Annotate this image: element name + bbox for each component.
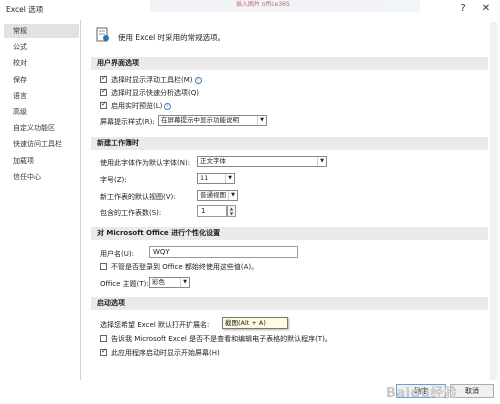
- chevron-down-icon: ▼: [180, 278, 189, 287]
- default-view-value: 普通视图: [200, 191, 226, 199]
- general-options-icon: [96, 27, 109, 42]
- office-theme-select[interactable]: 彩色 ▼: [149, 277, 190, 288]
- section-ui-options: 用户界面选项: [91, 57, 488, 70]
- font-size-select[interactable]: 11 ▼: [197, 173, 235, 184]
- always-use-values-label: 不管是否登录到 Office 都始终使用这些值(A)。: [111, 263, 259, 271]
- options-sidebar: 常规 公式 校对 保存 语言 高级 自定义功能区 快速访问工具栏 加载项 信任中…: [2, 20, 81, 380]
- always-use-values-checkbox[interactable]: [100, 263, 107, 270]
- help-icon[interactable]: ?: [455, 1, 471, 17]
- tooltip-style-label: 屏幕提示样式(R):: [100, 118, 155, 126]
- font-size-value: 11: [200, 174, 209, 182]
- start-screen-label: 此应用程序启动时显示开始屏幕(H): [111, 349, 220, 357]
- sidebar-item-save[interactable]: 保存: [4, 73, 79, 87]
- section-new-workbook: 新建工作簿时: [91, 137, 488, 150]
- sidebar-item-advanced[interactable]: 高级: [4, 105, 79, 119]
- default-font-select[interactable]: 正文字体 ▼: [197, 156, 327, 167]
- screenshot-tooltip: 截图(Alt + A): [222, 317, 288, 329]
- chevron-down-icon: ▼: [317, 157, 326, 166]
- info-icon: i: [164, 102, 172, 110]
- sidebar-item-trust-center[interactable]: 信任中心: [4, 170, 79, 184]
- tell-me-default-label: 告诉我 Microsoft Excel 是否不是查看和编辑电子表格的默认程序(T…: [111, 335, 332, 343]
- info-icon: i: [194, 76, 202, 84]
- chevron-down-icon: ▼: [257, 116, 266, 125]
- tell-me-default-checkbox[interactable]: [100, 335, 107, 342]
- mini-toolbar-checkbox[interactable]: [100, 74, 107, 83]
- mini-toolbar-label: 选择时显示浮动工具栏(M) i: [111, 75, 202, 85]
- page-header-text: 使用 Excel 时采用的常规选项。: [118, 33, 226, 42]
- spin-down-icon[interactable]: ▼: [228, 211, 235, 216]
- default-view-select[interactable]: 普通视图 ▼: [197, 190, 238, 201]
- sidebar-item-proofing[interactable]: 校对: [4, 56, 79, 70]
- chevron-down-icon: ▼: [225, 174, 234, 183]
- sidebar-item-addins[interactable]: 加载项: [4, 154, 79, 168]
- watermark: Baidu经验: [386, 386, 458, 401]
- background-window-text: 插入图片 office365: [236, 1, 290, 8]
- username-input[interactable]: WQY: [149, 246, 298, 258]
- quick-analysis-checkbox[interactable]: [100, 87, 107, 96]
- sidebar-item-quick-access[interactable]: 快速访问工具栏: [4, 137, 79, 151]
- default-font-value: 正文字体: [200, 157, 226, 165]
- sidebar-item-general[interactable]: 常规: [4, 24, 79, 38]
- live-preview-label: 启用实时预览(L) i: [111, 101, 172, 111]
- scrollbar[interactable]: [490, 22, 497, 380]
- office-theme-value: 彩色: [152, 278, 165, 286]
- default-extensions-label: 选择您希望 Excel 默认打开扩展名:: [100, 321, 210, 329]
- background-window-strip: 插入图片 office365: [150, 0, 420, 12]
- live-preview-checkbox[interactable]: [100, 100, 107, 109]
- sidebar-item-language[interactable]: 语言: [4, 89, 79, 103]
- font-size-label: 字号(Z):: [100, 176, 127, 184]
- sheet-count-spinner[interactable]: ▲ ▼: [227, 205, 236, 217]
- tooltip-style-value: 在屏幕提示中显示功能说明: [161, 116, 239, 124]
- sheet-count-input[interactable]: 1: [197, 205, 227, 217]
- sidebar-item-formulas[interactable]: 公式: [4, 40, 79, 54]
- mini-toolbar-text: 选择时显示浮动工具栏(M): [111, 76, 193, 84]
- chevron-down-icon: ▼: [228, 191, 237, 200]
- sidebar-item-customize-ribbon[interactable]: 自定义功能区: [4, 121, 79, 135]
- quick-analysis-label: 选择时显示快速分析选项(Q): [111, 89, 199, 97]
- section-personalize: 对 Microsoft Office 进行个性化设置: [91, 227, 488, 240]
- username-label: 用户名(U):: [100, 250, 134, 258]
- title-bar: 插入图片 office365 Excel 选项 ? ✕: [0, 0, 500, 20]
- start-screen-checkbox[interactable]: [100, 347, 107, 356]
- section-startup-options: 启动选项: [91, 297, 488, 310]
- sheet-count-label: 包含的工作表数(S):: [100, 209, 162, 217]
- default-view-label: 新工作表的默认视图(V):: [100, 193, 176, 201]
- office-theme-label: Office 主题(T):: [100, 280, 149, 288]
- live-preview-text: 启用实时预览(L): [111, 102, 163, 110]
- default-font-label: 使用此字体作为默认字体(N):: [100, 159, 191, 167]
- close-icon[interactable]: ✕: [478, 1, 494, 17]
- window-title: Excel 选项: [6, 5, 44, 14]
- tooltip-style-select[interactable]: 在屏幕提示中显示功能说明 ▼: [158, 115, 267, 126]
